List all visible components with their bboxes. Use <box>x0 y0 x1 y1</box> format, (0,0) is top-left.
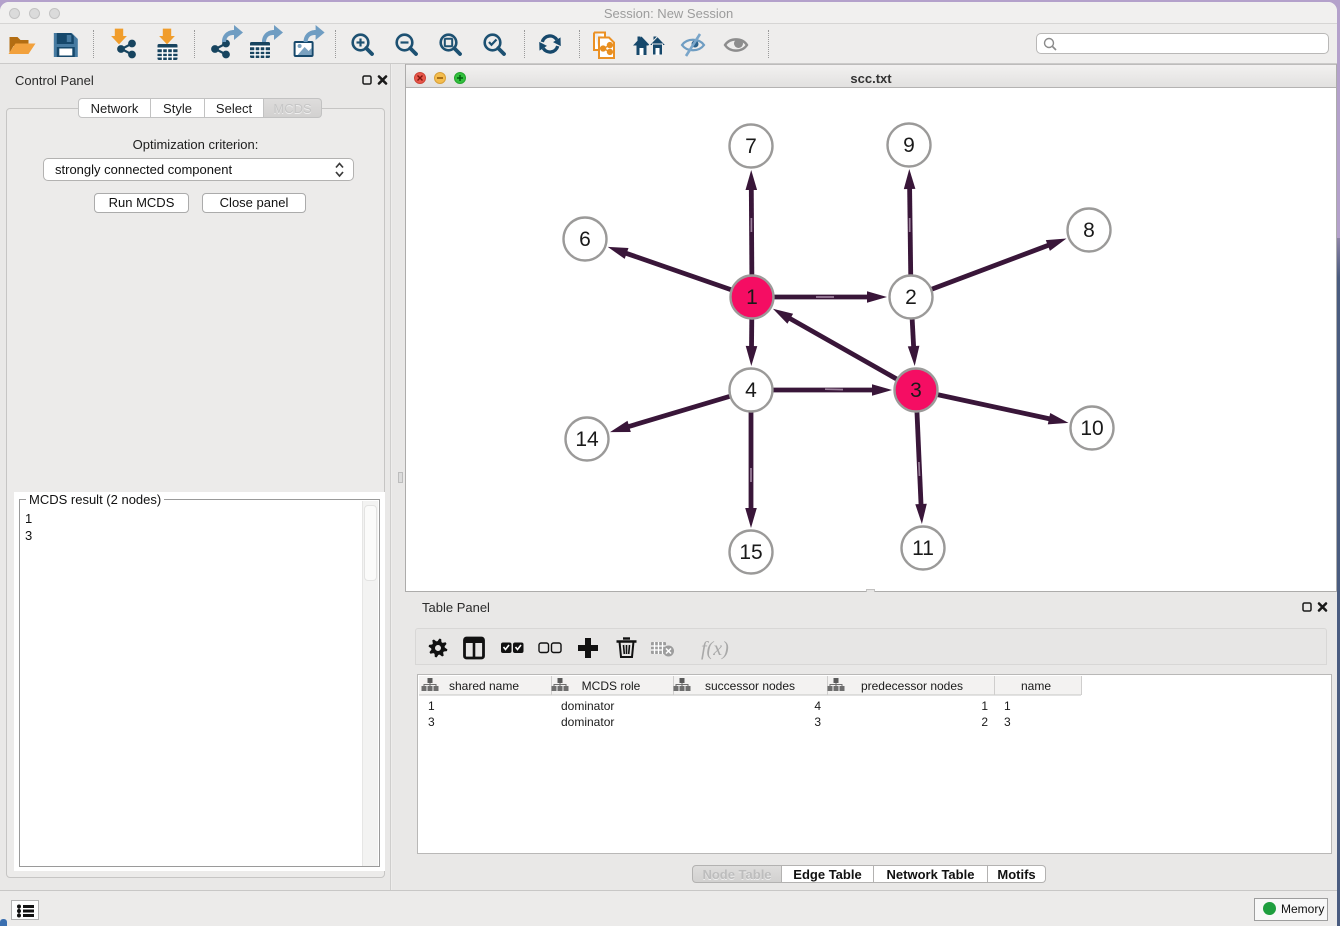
svg-text:2: 2 <box>905 286 917 309</box>
svg-text:15: 15 <box>739 541 762 564</box>
svg-text:successor nodes: successor nodes <box>705 679 795 693</box>
svg-text:shared name: shared name <box>449 679 519 693</box>
svg-text:dominator: dominator <box>561 699 614 713</box>
svg-text:2: 2 <box>981 715 988 729</box>
svg-text:4: 4 <box>745 379 757 402</box>
svg-text:10: 10 <box>1080 417 1103 440</box>
svg-text:dominator: dominator <box>561 715 614 729</box>
svg-text:3: 3 <box>910 379 922 402</box>
svg-text:6: 6 <box>579 228 591 251</box>
svg-text:MCDS role: MCDS role <box>582 679 641 693</box>
svg-text:f(x): f(x) <box>701 638 729 660</box>
svg-text:1: 1 <box>1004 699 1011 713</box>
svg-text:1: 1 <box>428 699 435 713</box>
svg-text:3: 3 <box>1004 715 1011 729</box>
svg-text:predecessor nodes: predecessor nodes <box>861 679 963 693</box>
svg-text:3: 3 <box>814 715 821 729</box>
svg-text:1: 1 <box>746 286 758 309</box>
svg-text:9: 9 <box>903 134 915 157</box>
svg-text:8: 8 <box>1083 219 1095 242</box>
svg-text:name: name <box>1021 679 1051 693</box>
svg-text:14: 14 <box>575 428 599 451</box>
svg-text:11: 11 <box>912 537 934 560</box>
svg-text:3: 3 <box>428 715 435 729</box>
svg-text:4: 4 <box>814 699 821 713</box>
svg-text:7: 7 <box>745 135 757 158</box>
svg-text:1: 1 <box>981 699 988 713</box>
